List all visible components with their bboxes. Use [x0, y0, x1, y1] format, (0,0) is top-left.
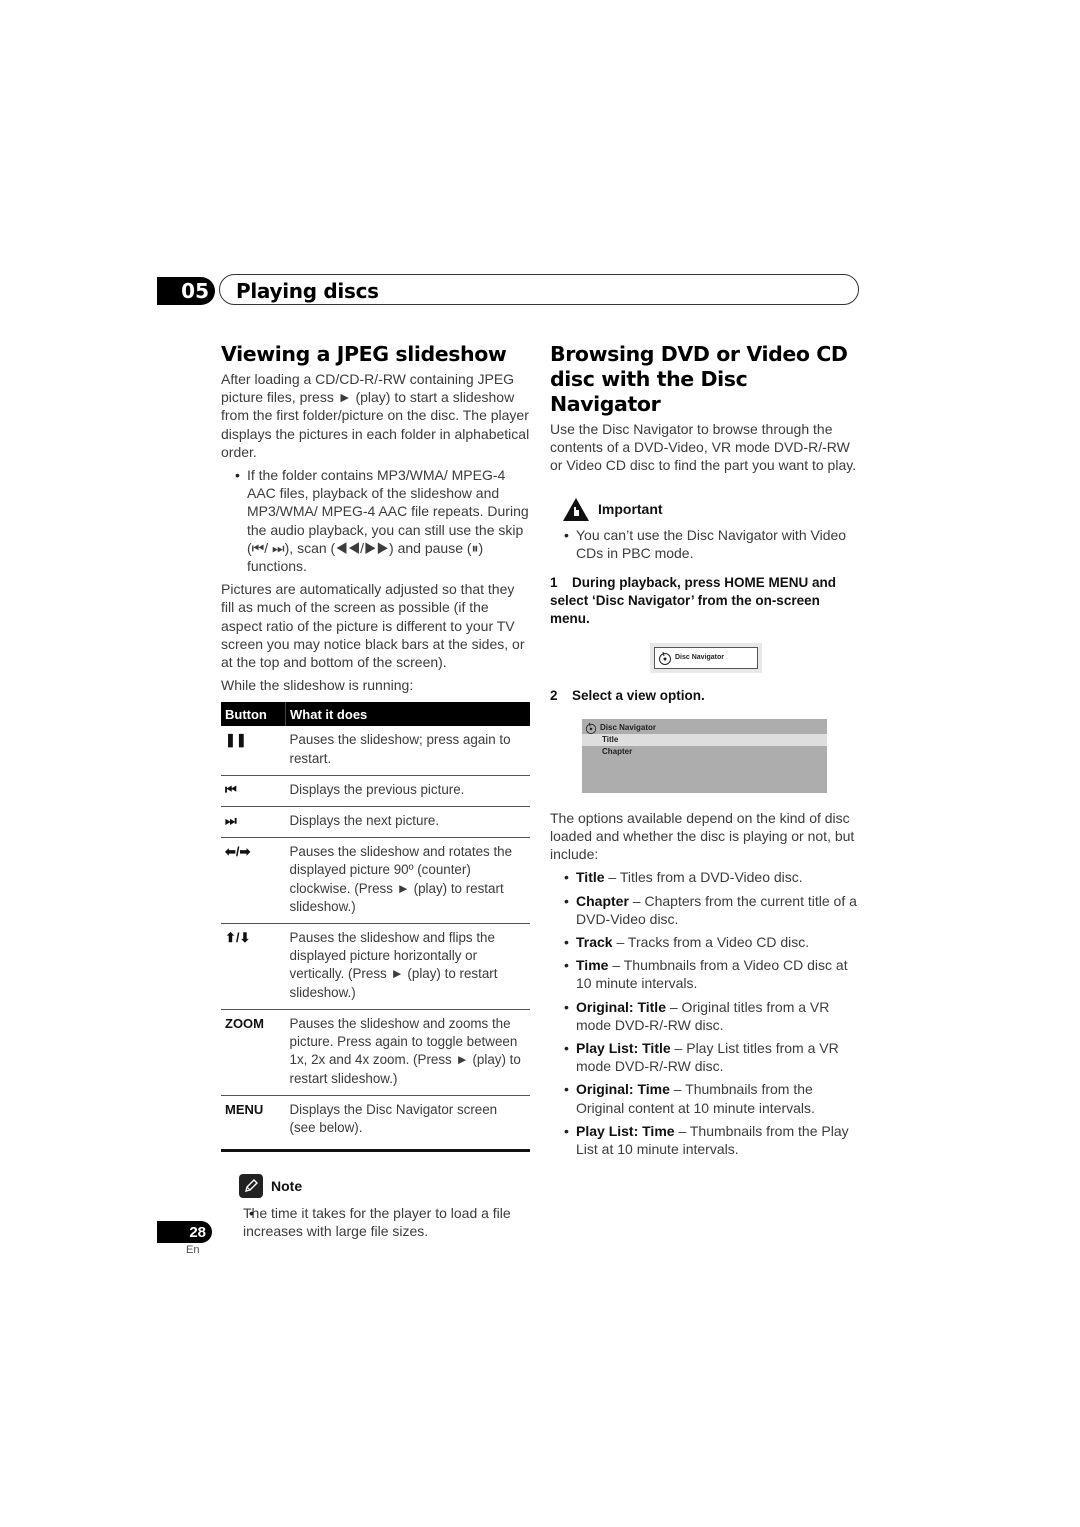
table-row: ⏮ Displays the previous picture. [221, 775, 530, 808]
important-heading: Important [562, 497, 860, 522]
table-row: ❚❚ Pauses the slideshow; press again to … [221, 726, 530, 776]
button-table: Button What it does ❚❚ Pauses the slides… [221, 702, 530, 1153]
option-desc: – Titles from a DVD-Video disc. [604, 869, 803, 886]
osd-title-row: Disc Navigator [582, 722, 827, 734]
note-box: Note The time it takes for the player to… [239, 1174, 531, 1240]
right-column: Browsing DVD or Video CD disc with the D… [550, 342, 860, 1158]
option-term: Track [576, 934, 613, 951]
list-item: Play List: Time – Thumbnails from the Pl… [550, 1122, 860, 1158]
step-1-text: During playback, press HOME MENU and sel… [550, 575, 837, 627]
list-item: Original: Title – Original titles from a… [550, 998, 860, 1034]
step-2-text: Select a view option. [572, 687, 705, 703]
note-heading: Note [239, 1174, 531, 1199]
osd-view-options: Disc Navigator Title Chapter [582, 718, 827, 793]
osd-disc-navigator-item[interactable]: Disc Navigator [654, 646, 758, 669]
row-desc: Pauses the slideshow and rotates the dis… [285, 837, 530, 925]
navigator-intro: Use the Disc Navigator to browse through… [550, 421, 857, 474]
row-desc: Pauses the slideshow and flips the displ… [285, 923, 530, 1010]
table-row: ZOOM Pauses the slideshow and zooms the … [221, 1009, 530, 1096]
step-2-number: 2 [550, 687, 558, 703]
option-term: Original: Time [576, 1081, 670, 1098]
left-column: Viewing a JPEG slideshow After loading a… [221, 342, 531, 1241]
option-term: Play List: Time [576, 1122, 675, 1139]
section-heading-jpeg-slideshow: Viewing a JPEG slideshow [221, 342, 507, 366]
table-row: ⏭ Displays the next picture. [221, 806, 530, 839]
table-header-button: Button [221, 702, 286, 727]
disc-icon [659, 651, 671, 665]
zoom-key: ZOOM [221, 1009, 286, 1096]
pencil-icon [239, 1174, 263, 1199]
up-down-arrow-icon: ⬆/⬇ [221, 923, 286, 1010]
osd-option-chapter[interactable]: Chapter [582, 746, 827, 758]
options-list: Title – Titles from a DVD-Video disc. Ch… [550, 868, 860, 1158]
next-icon: ⏭ [221, 806, 286, 839]
disc-icon [585, 722, 597, 734]
chapter-title: Playing discs [236, 279, 379, 303]
list-item: Time – Thumbnails from a Video CD disc a… [550, 956, 860, 992]
list-item: Title – Titles from a DVD-Video disc. [550, 868, 860, 886]
important-box: Important [562, 497, 860, 522]
intro-paragraph: After loading a CD/CD-R/-RW containing J… [221, 371, 530, 460]
running-paragraph: While the slideshow is running: [221, 677, 414, 694]
option-term: Play List: Title [576, 1040, 671, 1057]
pause-icon: ❚❚ [221, 726, 286, 776]
list-item: Original: Time – Thumbnails from the Ori… [550, 1080, 860, 1116]
option-term: Title [576, 869, 605, 886]
osd-disc-navigator-label: Disc Navigator [675, 654, 725, 662]
osd-title: Disc Navigator [600, 723, 657, 733]
option-desc: – Thumbnails from a Video CD disc at 10 … [576, 957, 848, 992]
chapter-number-tab: 05 [157, 277, 215, 305]
row-desc: Pauses the slideshow; press again to res… [285, 726, 530, 776]
table-row: MENU Displays the Disc Navigator screen … [221, 1095, 530, 1153]
previous-icon: ⏮ [221, 775, 286, 808]
list-item: Chapter – Chapters from the current titl… [550, 892, 860, 928]
option-term: Chapter [576, 892, 629, 909]
option-desc: – Tracks from a Video CD disc. [612, 934, 810, 951]
osd-home-menu: Disc Navigator [650, 642, 762, 673]
warning-hand-icon [563, 497, 589, 521]
step-1: 1 During playback, press HOME MENU and se… [550, 574, 860, 629]
table-header-what-it-does: What it does [285, 702, 530, 727]
option-term: Original: Title [576, 998, 666, 1015]
list-item: Track – Tracks from a Video CD disc. [550, 933, 860, 951]
row-desc: Displays the Disc Navigator screen (see … [285, 1095, 530, 1153]
section-heading-disc-navigator: Browsing DVD or Video CD disc with the D… [550, 342, 848, 416]
step-1-number: 1 [550, 575, 558, 591]
page-language: En [186, 1244, 200, 1256]
menu-key: MENU [221, 1095, 286, 1153]
note-bullet: The time it takes for the player to load… [235, 1204, 531, 1240]
note-label: Note [271, 1178, 303, 1195]
table-row: ⬅/➡ Pauses the slideshow and rotates the… [221, 837, 530, 925]
row-desc: Pauses the slideshow and zooms the pictu… [285, 1009, 530, 1096]
option-term: Time [576, 957, 609, 974]
important-bullet: You can’t use the Disc Navigator with Vi… [550, 526, 860, 562]
row-desc: Displays the next picture. [285, 806, 530, 839]
osd-option-title[interactable]: Title [582, 733, 827, 746]
important-label: Important [598, 501, 663, 518]
table-row: ⬆/⬇ Pauses the slideshow and flips the d… [221, 923, 530, 1010]
step-2: 2 Select a view option. [550, 687, 860, 705]
row-desc: Displays the previous picture. [285, 775, 530, 808]
options-paragraph: The options available depend on the kind… [550, 809, 855, 863]
audio-bullet: If the folder contains MP3/WMA/ MPEG-4 A… [221, 466, 531, 575]
left-right-arrow-icon: ⬅/➡ [221, 837, 286, 925]
list-item: Play List: Title – Play List titles from… [550, 1039, 860, 1075]
page-number: 28 [157, 1221, 212, 1243]
adjust-paragraph: Pictures are automatically adjusted so t… [221, 581, 525, 671]
